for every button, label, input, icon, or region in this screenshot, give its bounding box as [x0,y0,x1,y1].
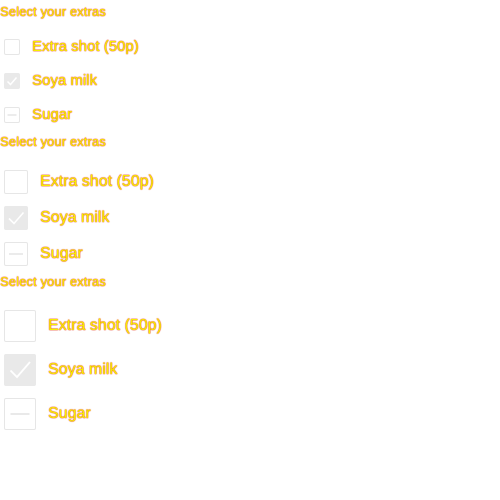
checkbox-unchecked[interactable] [4,38,20,55]
option-sugar[interactable]: Sugar [4,242,83,266]
option-label: Sugar [48,405,91,422]
option-soya-milk[interactable]: Soya milk [4,206,109,230]
group-title: Select your extras [0,274,106,289]
option-label: Soya milk [32,72,98,89]
checkbox-indeterminate[interactable] [4,106,20,123]
option-label: Extra shot (50p) [32,38,139,55]
option-sugar[interactable]: Sugar [4,398,91,430]
option-soya-milk[interactable]: Soya milk [4,354,117,386]
checkmark-icon [8,211,25,225]
option-label: Extra shot (50p) [48,317,162,334]
checkbox-checked[interactable] [4,206,28,230]
checkbox-unchecked[interactable] [4,310,36,342]
checkbox-group-large: Select your extras [0,273,106,291]
option-label: Soya milk [48,361,118,378]
checkmark-icon [6,76,18,86]
group-title: Select your extras [0,4,106,19]
checkbox-group-medium: Select your extras [0,133,106,151]
checkbox-unchecked[interactable] [4,170,28,194]
checkbox-indeterminate[interactable] [4,242,28,266]
dash-icon [9,253,23,255]
option-label: Sugar [32,106,73,123]
option-extra-shot[interactable]: Extra shot (50p) [4,38,139,55]
option-extra-shot[interactable]: Extra shot (50p) [4,310,162,342]
option-label: Sugar [40,245,83,262]
checkbox-checked[interactable] [4,354,36,386]
checkmark-icon [9,361,31,379]
checkbox-indeterminate[interactable] [4,398,36,430]
option-label: Extra shot (50p) [40,173,154,190]
checkbox-checked[interactable] [4,72,20,89]
option-label: Soya milk [40,209,110,226]
dash-icon [10,413,30,415]
dash-icon [7,113,17,116]
option-extra-shot[interactable]: Extra shot (50p) [4,170,154,194]
option-sugar[interactable]: Sugar [4,106,72,123]
group-title: Select your extras [0,134,106,149]
checkbox-group-small: Select your extras [0,3,106,21]
option-soya-milk[interactable]: Soya milk [4,72,97,89]
